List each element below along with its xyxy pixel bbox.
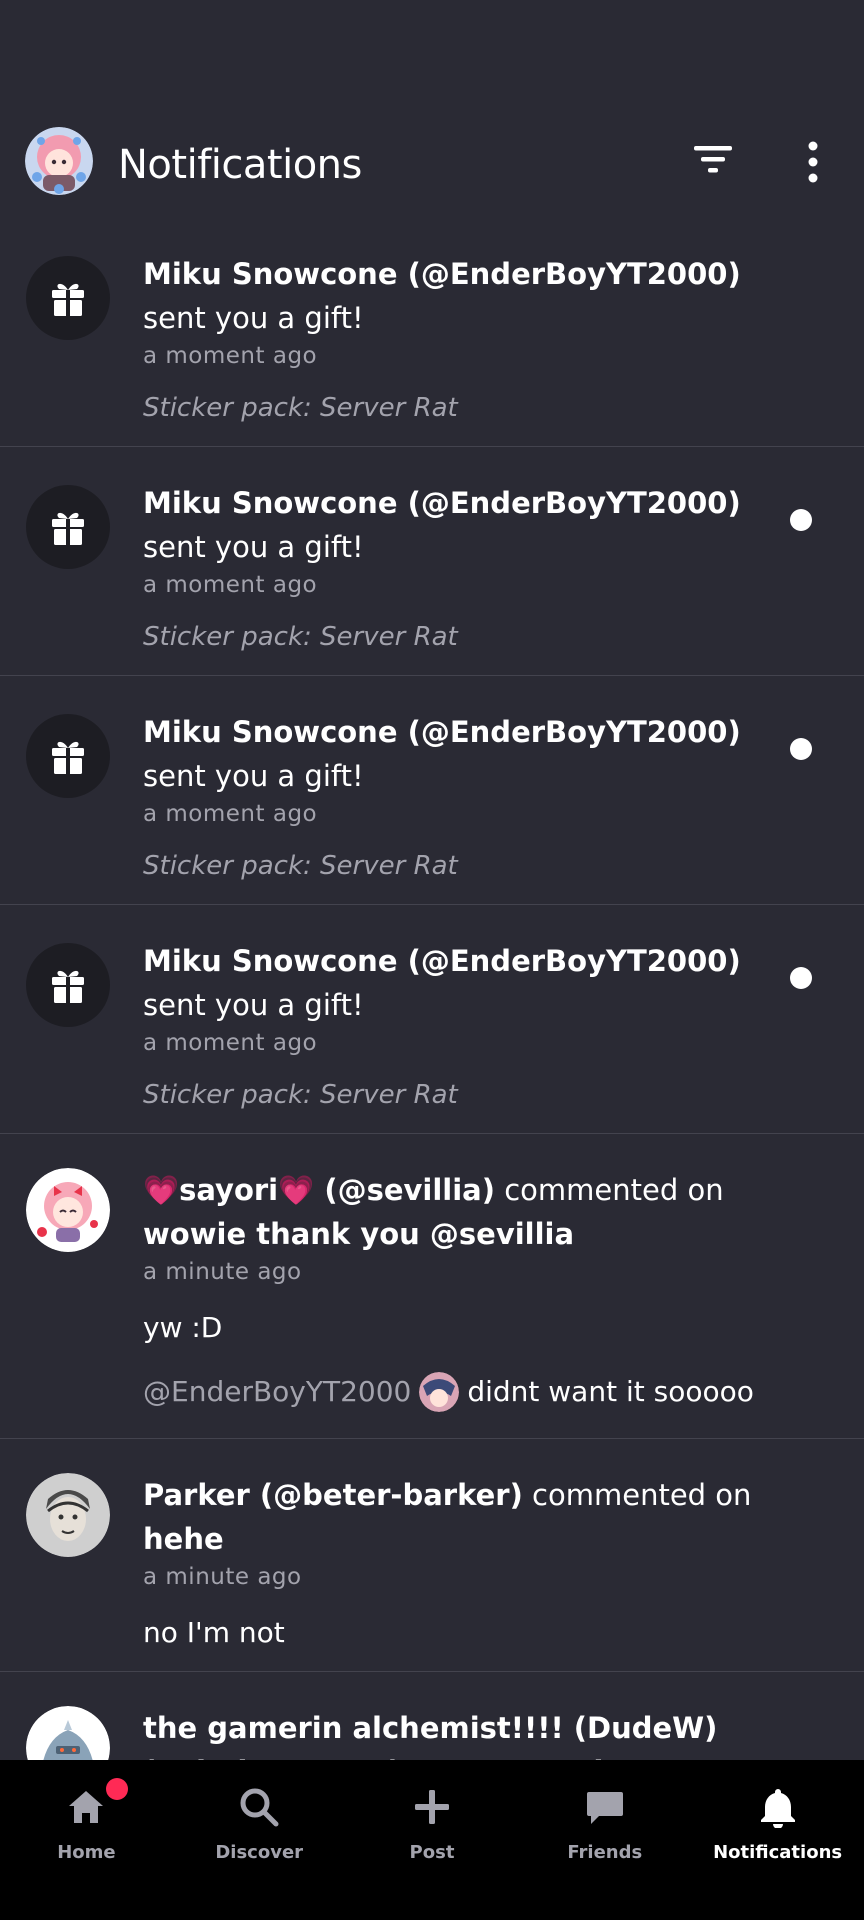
notification-item-comment[interactable]: 💗sayori💗 (@sevillia) commented on wowie … (0, 1134, 864, 1439)
nav-label-home: Home (57, 1842, 116, 1863)
notification-title: Miku Snowcone (@EnderBoyYT2000) (143, 257, 741, 291)
home-icon (63, 1784, 109, 1830)
bottom-navigation: Home Discover Post Friends Notifications (0, 1760, 864, 1920)
notification-time: a moment ago (143, 801, 318, 827)
notification-time: a minute ago (143, 1564, 302, 1590)
nav-label-friends: Friends (567, 1842, 643, 1863)
nav-post[interactable]: Post (346, 1760, 519, 1920)
avatar[interactable] (26, 1706, 110, 1760)
notification-time: a moment ago (143, 572, 318, 598)
unread-indicator (790, 509, 812, 531)
post-title[interactable]: hehe (143, 1517, 803, 1561)
gift-icon (26, 943, 110, 1027)
plus-icon (409, 1784, 455, 1830)
unread-indicator (790, 967, 812, 989)
nav-label-notifications: Notifications (713, 1842, 843, 1863)
filter-icon[interactable] (688, 140, 738, 180)
reply-mention[interactable]: @EnderBoyYT2000 (143, 1372, 411, 1412)
comment-action: commented on (495, 1173, 724, 1207)
search-icon (236, 1784, 282, 1830)
notification-title: Miku Snowcone (@EnderBoyYT2000) (143, 486, 741, 520)
comment-author[interactable]: Parker (@beter-barker) (143, 1478, 523, 1512)
reply-context: @EnderBoyYT2000 didnt want it sooooo (143, 1372, 803, 1412)
notification-detail: Sticker pack: Server Rat (143, 1080, 458, 1110)
nav-home[interactable]: Home (0, 1760, 173, 1920)
comment-author[interactable]: 💗sayori💗 (@sevillia) (143, 1173, 495, 1207)
nav-label-discover: Discover (215, 1842, 304, 1863)
avatar[interactable] (26, 1473, 110, 1557)
more-vertical-icon[interactable] (795, 140, 831, 184)
notification-feed[interactable]: Miku Snowcone (@EnderBoyYT2000) sent you… (0, 218, 864, 1760)
comment-text: no I'm not (143, 1616, 285, 1649)
notification-item-gift[interactable]: Miku Snowcone (@EnderBoyYT2000) sent you… (0, 676, 864, 905)
notification-time: a moment ago (143, 1030, 318, 1056)
notification-subtitle: sent you a gift! (143, 530, 364, 564)
comment-text: yw :D (143, 1311, 223, 1344)
notification-item-gift[interactable]: Miku Snowcone (@EnderBoyYT2000) sent you… (0, 218, 864, 447)
notification-detail: Sticker pack: Server Rat (143, 622, 458, 652)
notification-detail: Sticker pack: Server Rat (143, 851, 458, 881)
notification-subtitle: sent you a gift! (143, 988, 364, 1022)
unread-indicator (790, 738, 812, 760)
notification-title: Miku Snowcone (@EnderBoyYT2000) (143, 944, 741, 978)
comment-action: commented on (522, 1478, 752, 1512)
gift-icon (26, 485, 110, 569)
notification-time: a minute ago (143, 1259, 302, 1285)
gift-icon (26, 256, 110, 340)
avatar[interactable] (26, 1168, 110, 1252)
comment-author[interactable]: the gamerin alchemist!!!! (DudeW) (143, 1706, 803, 1750)
notification-subtitle: sent you a gift! (143, 301, 364, 335)
nav-friends[interactable]: Friends (518, 1760, 691, 1920)
bell-icon (755, 1784, 801, 1830)
nav-discover[interactable]: Discover (173, 1760, 346, 1920)
profile-avatar[interactable] (25, 127, 93, 195)
nav-notifications[interactable]: Notifications (691, 1760, 864, 1920)
page-title: Notifications (118, 142, 362, 188)
notification-item-comment[interactable]: the gamerin alchemist!!!! (DudeW) (@dude… (0, 1672, 864, 1760)
notification-time: a moment ago (143, 343, 318, 369)
notification-badge (106, 1778, 128, 1800)
notification-title: Miku Snowcone (@EnderBoyYT2000) (143, 715, 741, 749)
gift-icon (26, 714, 110, 798)
notification-item-comment[interactable]: Parker (@beter-barker) commented on hehe… (0, 1439, 864, 1672)
notification-item-gift[interactable]: Miku Snowcone (@EnderBoyYT2000) sent you… (0, 447, 864, 676)
notification-item-gift[interactable]: Miku Snowcone (@EnderBoyYT2000) sent you… (0, 905, 864, 1134)
status-bar-area (0, 0, 864, 118)
nav-label-post: Post (409, 1842, 455, 1863)
comment-author-continued: (@dudeguy459) commented on (143, 1750, 803, 1760)
mention-avatar-icon (419, 1372, 460, 1412)
notification-subtitle: sent you a gift! (143, 759, 364, 793)
reply-text: didnt want it sooooo (467, 1375, 754, 1408)
app-header: Notifications (0, 118, 864, 218)
chat-bubble-icon (582, 1784, 628, 1830)
post-title[interactable]: wowie thank you @sevillia (143, 1212, 803, 1256)
notification-detail: Sticker pack: Server Rat (143, 393, 458, 423)
